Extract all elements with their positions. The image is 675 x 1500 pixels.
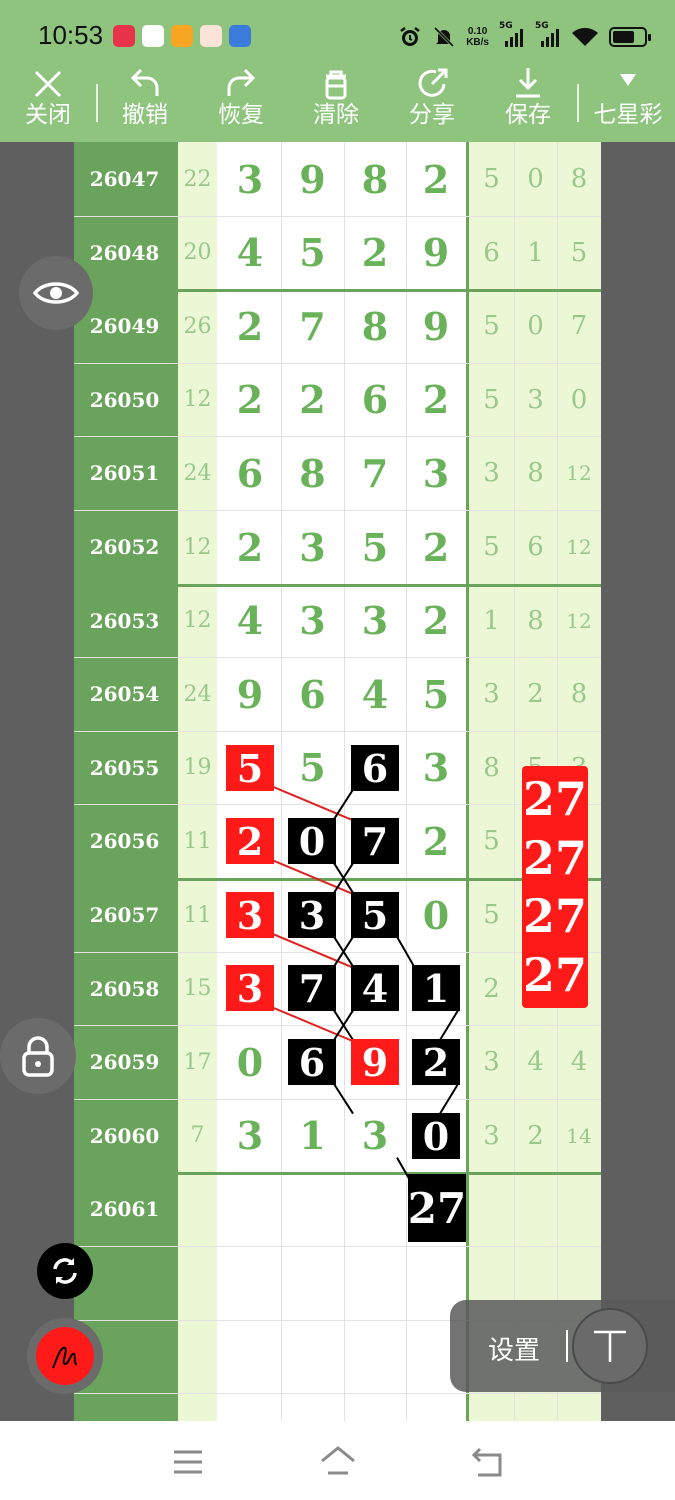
toolbar-divider <box>577 84 579 122</box>
home-icon[interactable] <box>318 1445 358 1477</box>
highlight-mark[interactable]: 4 <box>351 965 399 1011</box>
app-notification-icon <box>171 25 193 47</box>
trash-icon <box>325 70 347 100</box>
highlight-mark[interactable]: 5 <box>226 745 274 791</box>
pen-color-circle <box>36 1327 94 1385</box>
red-total-value: 27 <box>522 830 587 885</box>
black-connector-line <box>333 789 354 820</box>
highlight-mark[interactable]: 6 <box>351 745 399 791</box>
black-connector-line <box>439 1009 459 1041</box>
highlight-mark[interactable]: 3 <box>288 892 336 938</box>
status-bar: 10:53 0.10 KB/s 5G 5G <box>0 0 675 62</box>
toolbar-divider <box>96 84 98 122</box>
highlight-mark[interactable]: 7 <box>351 818 399 864</box>
signal-icon: 5G <box>499 21 525 49</box>
pen-button[interactable] <box>27 1318 103 1394</box>
settings-label[interactable]: 设置 <box>488 1330 540 1367</box>
undo-button[interactable]: 撤销 <box>105 62 185 142</box>
highlight-mark[interactable]: 2 <box>412 1039 460 1085</box>
lottery-chart-grid[interactable]: 26047 22 3 9 8 2 5 0 8 26048 20 4 5 2 9 6 1 5 26049 26 2 7 8 9 5… <box>74 142 601 1421</box>
lock-button[interactable] <box>0 1018 76 1094</box>
redo-icon <box>227 68 256 96</box>
eye-icon <box>32 282 80 304</box>
close-icon <box>34 70 62 98</box>
close-button[interactable]: 关闭 <box>8 62 88 142</box>
highlight-mark[interactable]: 3 <box>226 965 274 1011</box>
pen-icon <box>52 1346 78 1369</box>
clear-button[interactable]: 清除 <box>296 62 376 142</box>
total-box: 27 <box>408 1174 466 1242</box>
highlight-mark[interactable]: 5 <box>351 892 399 938</box>
visibility-button[interactable] <box>19 256 93 330</box>
app-notification-icon <box>113 25 135 47</box>
redo-button[interactable]: 恢复 <box>201 62 281 142</box>
highlight-mark[interactable]: 9 <box>351 1039 399 1085</box>
highlight-mark[interactable]: 6 <box>288 1039 336 1085</box>
refresh-icon <box>53 1258 77 1284</box>
system-nav-bar <box>0 1421 675 1500</box>
red-total-value: 27 <box>522 889 587 944</box>
battery-icon <box>609 27 651 47</box>
black-connector-line <box>333 1083 354 1115</box>
red-connector-line <box>269 784 356 823</box>
mute-icon <box>434 26 455 48</box>
undo-icon <box>130 68 159 96</box>
menu-icon[interactable] <box>172 1449 204 1475</box>
red-total-stack: 27 27 27 27 <box>522 766 588 1008</box>
black-connector-line <box>396 936 415 967</box>
toolbar: 关闭 撤销 恢复 清除 分享 保存 七星彩 <box>0 62 675 142</box>
back-icon[interactable] <box>470 1445 506 1479</box>
share-icon <box>418 68 448 97</box>
app-notification-icon <box>200 25 222 47</box>
save-button[interactable]: 保存 <box>488 62 568 142</box>
text-tool-icon <box>594 1330 626 1362</box>
text-tool-button[interactable] <box>572 1308 648 1384</box>
lottery-select[interactable]: 七星彩 <box>584 62 672 142</box>
highlight-mark[interactable]: 7 <box>288 965 336 1011</box>
status-icons: 0.10 KB/s 5G 5G <box>398 21 651 52</box>
settings-divider <box>566 1330 568 1362</box>
refresh-button[interactable] <box>37 1243 93 1299</box>
highlight-mark[interactable]: 0 <box>288 818 336 864</box>
wifi-icon <box>572 27 598 46</box>
net-speed: 0.10 KB/s <box>466 26 489 48</box>
dropdown-triangle-icon <box>620 74 636 86</box>
alarm-icon <box>400 27 420 46</box>
highlight-mark[interactable]: 3 <box>226 892 274 938</box>
red-total-value: 27 <box>522 772 587 827</box>
download-icon <box>516 68 540 98</box>
red-total-value: 27 <box>522 947 587 1002</box>
app-notification-icon <box>142 25 164 47</box>
share-button[interactable]: 分享 <box>392 62 472 142</box>
highlight-mark[interactable]: 2 <box>226 818 274 864</box>
app-notification-icon <box>229 25 251 47</box>
signal-icon: 5G <box>535 21 561 49</box>
highlight-mark[interactable]: 1 <box>412 965 460 1011</box>
black-connector-line <box>439 1083 459 1115</box>
highlight-mark[interactable]: 0 <box>412 1113 460 1159</box>
settings-panel[interactable]: 设置 <box>450 1300 675 1392</box>
lock-icon <box>22 1036 54 1077</box>
status-time: 10:53 <box>38 20 104 50</box>
